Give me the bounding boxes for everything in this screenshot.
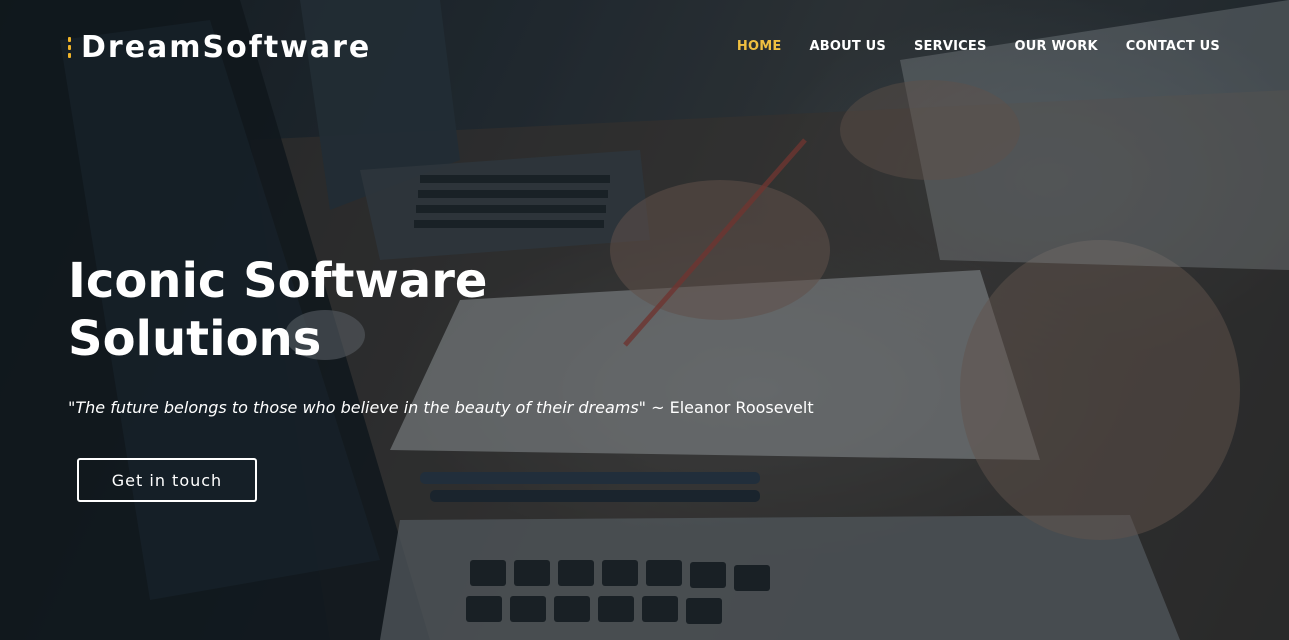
- brand-logo[interactable]: DreamSoftware: [68, 30, 371, 65]
- main-nav: HOME ABOUT US SERVICES OUR WORK CONTACT …: [737, 39, 1220, 54]
- nav-home[interactable]: HOME: [737, 39, 782, 54]
- logo-dots-icon: [68, 37, 71, 58]
- hero-section: DreamSoftware HOME ABOUT US SERVICES OUR…: [0, 0, 1289, 640]
- nav-about-us[interactable]: ABOUT US: [809, 39, 886, 54]
- quote-text: "The future belongs to those who believe…: [68, 398, 647, 417]
- hero-headline: Iconic Software Solutions: [68, 253, 488, 367]
- nav-services[interactable]: SERVICES: [914, 39, 987, 54]
- get-in-touch-button[interactable]: Get in touch: [77, 458, 257, 502]
- nav-contact-us[interactable]: CONTACT US: [1126, 39, 1220, 54]
- quote-author: ~ Eleanor Roosevelt: [651, 398, 814, 417]
- hero-quote: "The future belongs to those who believe…: [68, 398, 814, 417]
- navbar: DreamSoftware HOME ABOUT US SERVICES OUR…: [0, 0, 1289, 92]
- nav-our-work[interactable]: OUR WORK: [1015, 39, 1098, 54]
- brand-name: DreamSoftware: [81, 30, 372, 65]
